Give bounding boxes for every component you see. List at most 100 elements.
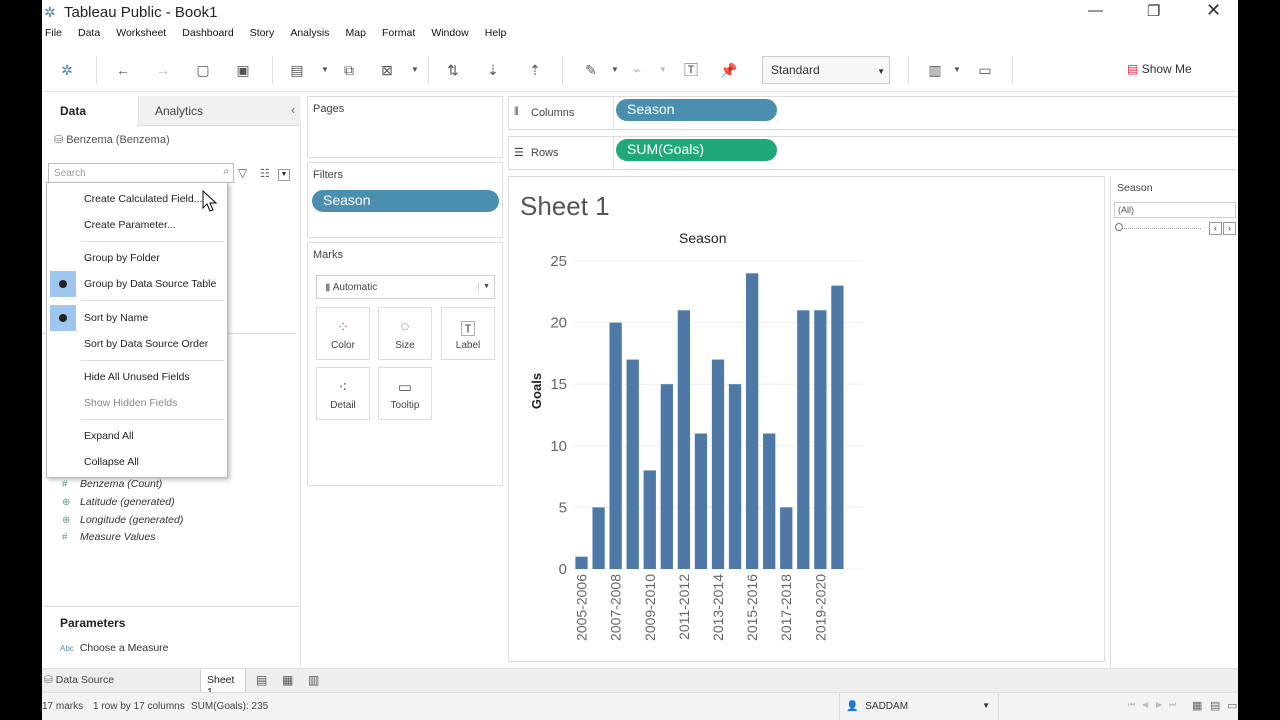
user-menu[interactable]: 👤 SADDAM ▼: [839, 693, 999, 720]
sheet-1-tab[interactable]: Sheet 1: [200, 669, 246, 698]
marks-tooltip-button[interactable]: ▭ Tooltip: [378, 367, 432, 420]
menu-window[interactable]: Window: [431, 27, 468, 39]
fit-select[interactable]: Standard ▼: [762, 56, 890, 84]
menu-dashboard[interactable]: Dashboard: [182, 27, 233, 39]
new-worksheet-icon[interactable]: ▤: [256, 673, 267, 687]
restore-icon[interactable]: ❐: [1147, 2, 1160, 20]
prev-sheet-icon[interactable]: ◀: [1142, 700, 1148, 709]
menu-format[interactable]: Format: [382, 27, 415, 39]
bar-2014-2015[interactable]: [728, 384, 742, 569]
new-worksheet-icon[interactable]: ▤: [288, 61, 306, 79]
parameter-choose-measure[interactable]: Abc Choose a Measure: [60, 642, 169, 654]
sheet-sorter-icon[interactable]: ▦: [1192, 699, 1202, 712]
slider-handle-icon[interactable]: [1115, 223, 1123, 231]
marks-label-button[interactable]: 🅃 Label: [441, 307, 495, 360]
bar-2012-2013[interactable]: [694, 433, 708, 569]
menu-analysis[interactable]: Analysis: [290, 27, 329, 39]
menu-help[interactable]: Help: [485, 27, 507, 39]
mark-type-select[interactable]: ▮ Automatic ▼: [316, 275, 495, 299]
menu-data[interactable]: Data: [78, 27, 100, 39]
rows-pill-sum-goals[interactable]: SUM(Goals): [616, 139, 777, 161]
field-longitude[interactable]: ⊕ Longitude (generated): [62, 514, 183, 526]
redo-icon[interactable]: →: [154, 61, 172, 79]
bar-2016-2017[interactable]: [763, 433, 776, 569]
step-forward-icon[interactable]: ›: [1223, 222, 1236, 235]
search-input[interactable]: Search ⌕: [48, 163, 234, 183]
bar-2015-2016[interactable]: [745, 273, 759, 569]
menu-hide-all-unused-fields[interactable]: Hide All Unused Fields: [47, 366, 227, 390]
filter-pill-season[interactable]: Season: [312, 190, 499, 212]
show-cards-icon[interactable]: ▥: [926, 61, 944, 79]
tab-analytics[interactable]: Analytics ‹: [138, 96, 301, 126]
field-measure-values[interactable]: # Measure Values: [62, 531, 155, 543]
bar-2007-2008[interactable]: [609, 322, 622, 569]
dropdown-caret-icon[interactable]: ▼: [948, 61, 966, 79]
bar-2006-2007[interactable]: [592, 507, 605, 569]
menu-create-calculated-field[interactable]: Create Calculated Field...: [47, 188, 227, 212]
new-data-source-icon[interactable]: ▣: [234, 61, 252, 79]
menu-map[interactable]: Map: [345, 27, 365, 39]
menu-expand-all[interactable]: Expand All: [47, 425, 227, 449]
data-source-tab[interactable]: ⛁ Data Source: [44, 674, 114, 686]
bar-2020-2021[interactable]: [831, 285, 844, 569]
step-back-icon[interactable]: ‹: [1209, 222, 1222, 235]
menu-file[interactable]: File: [45, 27, 62, 39]
highlight-icon[interactable]: ✎: [582, 61, 600, 79]
new-dashboard-icon[interactable]: ▦: [282, 673, 293, 687]
season-filter-input[interactable]: (All): [1114, 202, 1236, 218]
group-members-icon[interactable]: ⌁: [628, 61, 646, 79]
new-story-icon[interactable]: ▥: [308, 673, 319, 687]
clear-sheet-icon[interactable]: ⊠: [378, 61, 396, 79]
first-sheet-icon[interactable]: ⏮: [1128, 700, 1135, 710]
show-me-button[interactable]: ▤ Show Me: [1127, 62, 1192, 76]
presentation-mode-icon[interactable]: ▭: [976, 61, 994, 79]
menu-group-by-data-source-table[interactable]: Group by Data Source Table: [47, 273, 227, 297]
bar-2017-2018[interactable]: [780, 507, 793, 569]
show-mark-labels-icon[interactable]: 🅃: [682, 61, 700, 79]
menu-sort-by-data-source-order[interactable]: Sort by Data Source Order: [47, 333, 227, 357]
season-slider[interactable]: [1117, 228, 1201, 230]
pages-card[interactable]: Pages: [307, 96, 503, 158]
menu-sort-by-name[interactable]: Sort by Name: [47, 307, 227, 331]
marks-size-button[interactable]: ◌ Size: [378, 307, 432, 360]
field-latitude[interactable]: ⊕ Latitude (generated): [62, 496, 175, 508]
swap-rows-columns-icon[interactable]: ⇅: [444, 61, 462, 79]
datasource-item[interactable]: ⛁ Benzema (Benzema): [54, 133, 170, 146]
bar-2008-2009[interactable]: [626, 359, 639, 569]
last-sheet-icon[interactable]: ⏭: [1169, 700, 1176, 710]
rows-shelf[interactable]: ☰ Rows SUM(Goals): [508, 136, 1238, 170]
tableau-home-icon[interactable]: ✲: [58, 61, 76, 79]
view-options-icon[interactable]: ☷: [260, 167, 270, 180]
close-icon[interactable]: ✕: [1206, 0, 1221, 21]
bar-2005-2006[interactable]: [575, 556, 588, 569]
menu-group-by-folder[interactable]: Group by Folder: [47, 247, 227, 271]
sort-descending-icon[interactable]: ⇡: [526, 61, 544, 79]
filters-card[interactable]: Filters Season: [307, 162, 503, 238]
tab-data[interactable]: Data: [42, 96, 138, 126]
pin-axes-icon[interactable]: 📌: [720, 61, 738, 79]
menu-create-parameter[interactable]: Create Parameter...: [47, 214, 227, 238]
tabs-view-icon[interactable]: ▭: [1227, 699, 1237, 712]
duplicate-sheet-icon[interactable]: ⧉: [340, 61, 358, 79]
bar-2019-2020[interactable]: [814, 310, 827, 569]
menu-story[interactable]: Story: [250, 27, 275, 39]
next-sheet-icon[interactable]: ▶: [1156, 700, 1162, 709]
save-icon[interactable]: ▢: [194, 61, 212, 79]
marks-color-button[interactable]: ⁘ Color: [316, 307, 370, 360]
filter-fields-icon[interactable]: ▽: [238, 166, 247, 180]
columns-shelf[interactable]: ⦀ Columns Season: [508, 96, 1238, 130]
dropdown-caret-icon[interactable]: ▼: [606, 61, 624, 79]
dropdown-caret-icon[interactable]: ▼: [406, 61, 424, 79]
field-benzema-count[interactable]: # Benzema (Count): [62, 478, 162, 490]
minimize-icon[interactable]: —: [1088, 2, 1103, 19]
undo-icon[interactable]: ←: [114, 61, 132, 79]
bar-2011-2012[interactable]: [677, 310, 691, 569]
columns-pill-season[interactable]: Season: [616, 99, 777, 121]
sort-ascending-icon[interactable]: ⇣: [484, 61, 502, 79]
bar-2010-2011[interactable]: [660, 384, 673, 569]
marks-detail-button[interactable]: ⁖ Detail: [316, 367, 370, 420]
menu-worksheet[interactable]: Worksheet: [116, 27, 166, 39]
menu-collapse-all[interactable]: Collapse All: [47, 451, 227, 475]
pane-menu-button[interactable]: ▼: [278, 169, 290, 181]
bar-2009-2010[interactable]: [643, 470, 656, 569]
